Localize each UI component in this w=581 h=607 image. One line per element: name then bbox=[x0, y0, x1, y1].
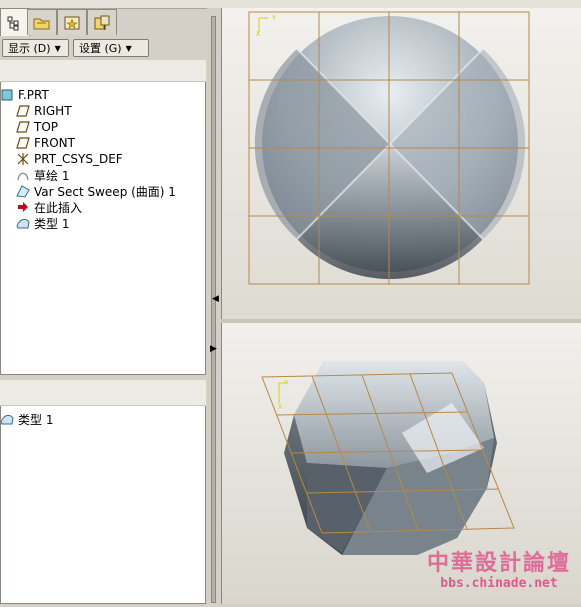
datum-plane-icon bbox=[16, 136, 30, 150]
tree-item-label: RIGHT bbox=[34, 104, 72, 118]
csys-marker-icon: Y X bbox=[256, 14, 277, 38]
model-tree-icon bbox=[7, 16, 19, 30]
watermark-url: bbs.chinade.net bbox=[440, 576, 558, 591]
datum-plane-icon bbox=[16, 120, 30, 134]
chevron-down-icon: ▼ bbox=[125, 43, 132, 53]
svg-text:Y: Y bbox=[272, 14, 277, 22]
watermark-title: 中華設計論壇 bbox=[426, 550, 571, 576]
tree-item-front[interactable]: FRONT bbox=[16, 135, 75, 151]
tree-item-label: FRONT bbox=[34, 136, 75, 150]
svg-text:Y: Y bbox=[284, 379, 289, 387]
surface-feature-icon bbox=[0, 412, 14, 426]
lower-tree-item-label: 类型 1 bbox=[18, 412, 54, 427]
svg-text:X: X bbox=[256, 30, 261, 38]
favorites-icon bbox=[64, 16, 80, 29]
collapse-left-arrow-icon[interactable]: ◀ bbox=[212, 294, 219, 304]
model-tree-header bbox=[0, 60, 206, 82]
sweep-icon bbox=[16, 184, 30, 198]
chevron-down-icon: ▼ bbox=[54, 43, 61, 53]
csys-marker-icon: Y X bbox=[278, 379, 289, 411]
tree-item-right[interactable]: RIGHT bbox=[16, 103, 72, 119]
tab-folder-browser[interactable] bbox=[27, 9, 57, 35]
tree-root-label: F.PRT bbox=[18, 88, 49, 102]
panel-sash[interactable]: ◀ ▶ bbox=[207, 8, 221, 604]
forum-watermark: 中華設計論壇 bbs.chinade.net bbox=[424, 550, 574, 598]
tree-item-label: 在此插入 bbox=[34, 200, 83, 215]
tree-root[interactable]: F.PRT bbox=[0, 87, 49, 103]
tree-item-label: PRT_CSYS_DEF bbox=[34, 152, 123, 166]
tab-connections[interactable] bbox=[87, 9, 117, 35]
settings-menu-label: 设置 (G) bbox=[79, 42, 122, 55]
connections-icon bbox=[94, 15, 110, 30]
tree-item-top[interactable]: TOP bbox=[16, 119, 58, 135]
part-icon bbox=[0, 88, 14, 102]
tree-item-sketch[interactable]: 草绘 1 bbox=[16, 167, 69, 183]
layer-tree-header bbox=[0, 380, 206, 406]
sketch-icon bbox=[16, 168, 30, 182]
svg-text:X: X bbox=[278, 403, 283, 411]
tree-item-type[interactable]: 类型 1 bbox=[16, 215, 69, 231]
show-menu-label: 显示 (D) bbox=[8, 42, 51, 55]
sphere-model-view: Y X bbox=[248, 11, 530, 285]
show-menu-button[interactable]: 显示 (D) ▼ bbox=[2, 39, 69, 57]
folder-icon bbox=[33, 18, 50, 29]
lower-tree-item-type[interactable]: 类型 1 bbox=[0, 411, 53, 427]
datum-plane-icon bbox=[16, 104, 30, 118]
tree-item-insert-here[interactable]: 在此插入 bbox=[16, 199, 82, 215]
expand-right-arrow-icon[interactable]: ▶ bbox=[210, 344, 217, 354]
tree-item-label: Var Sect Sweep (曲面) 1 bbox=[34, 184, 176, 199]
settings-menu-button[interactable]: 设置 (G) ▼ bbox=[73, 39, 149, 57]
sash-grip[interactable] bbox=[211, 16, 216, 603]
csys-icon bbox=[16, 152, 30, 166]
tab-favorites[interactable] bbox=[57, 9, 87, 35]
tab-model-tree[interactable] bbox=[0, 8, 30, 36]
tree-item-csys[interactable]: PRT_CSYS_DEF bbox=[16, 151, 123, 167]
tree-item-label: 类型 1 bbox=[34, 216, 70, 231]
tree-item-sweep[interactable]: Var Sect Sweep (曲面) 1 bbox=[16, 183, 176, 199]
graphics-window-top[interactable]: Y X bbox=[221, 8, 581, 319]
tree-item-label: 草绘 1 bbox=[34, 168, 70, 183]
tree-item-label: TOP bbox=[34, 120, 59, 134]
surface-feature-icon bbox=[16, 216, 30, 230]
insert-here-arrow-icon bbox=[16, 200, 30, 214]
